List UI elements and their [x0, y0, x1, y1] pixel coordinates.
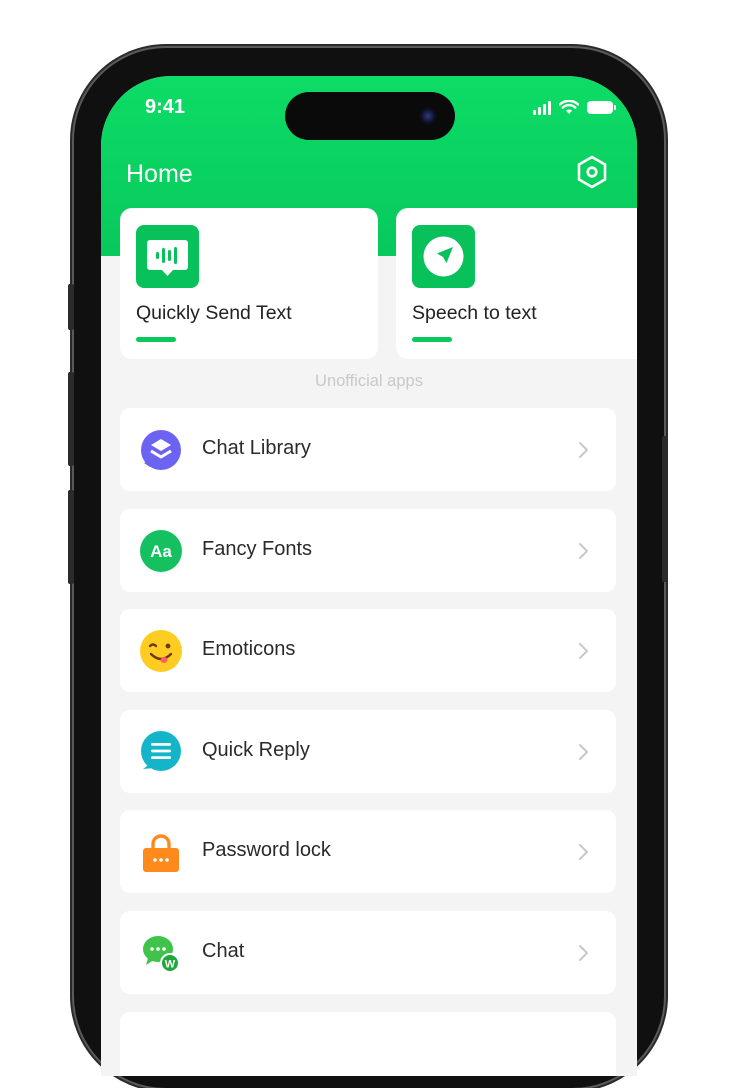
chevron-right-icon [579, 744, 588, 760]
section-label: Unofficial apps [315, 372, 423, 390]
card-label: Quickly Send Text [136, 302, 292, 324]
chevron-right-icon [579, 543, 588, 559]
settings-button[interactable] [574, 154, 610, 190]
list-item-label: Chat Library [202, 437, 311, 459]
app-screen: 9:41 Home Quickly Send Text Speech to te… [101, 76, 637, 1076]
list-item-label: Quick Reply [202, 739, 310, 761]
status-time: 9:41 [145, 96, 186, 118]
card-accent-bar [136, 337, 176, 342]
wechat-icon: W [143, 936, 180, 973]
chevron-right-icon [579, 442, 588, 458]
card-accent-bar [412, 337, 452, 342]
list-item-emoticons[interactable]: Emoticons [120, 609, 616, 692]
svg-text:W: W [165, 959, 176, 971]
list-item-partial[interactable] [120, 1012, 616, 1076]
list-item-label: Emoticons [202, 638, 296, 660]
battery-icon [587, 101, 616, 114]
speech-to-text-card[interactable]: Speech to text [396, 208, 637, 359]
chat-bubble-bars-icon [136, 225, 199, 288]
chevron-right-icon [579, 945, 588, 961]
list-item-fancy-fonts[interactable]: Aa Fancy Fonts [120, 509, 616, 592]
cellular-signal-icon [533, 100, 551, 115]
camera-icon [419, 107, 437, 125]
chevron-right-icon [579, 844, 588, 860]
reply-list-icon [141, 731, 181, 771]
status-icons [533, 100, 616, 115]
chevron-right-icon [579, 643, 588, 659]
settings-hexagon-icon [577, 155, 607, 189]
send-arrow-icon [412, 225, 475, 288]
power-button [662, 436, 668, 582]
list-item-label: Password lock [202, 839, 331, 861]
wifi-icon [559, 100, 579, 114]
card-label: Speech to text [412, 302, 537, 324]
quick-send-text-card[interactable]: Quickly Send Text [120, 208, 378, 359]
dynamic-island [285, 92, 455, 140]
list-item-quick-reply[interactable]: Quick Reply [120, 710, 616, 793]
lock-icon [143, 834, 179, 872]
emoji-icon [140, 630, 182, 672]
font-aa-icon: Aa [140, 530, 182, 572]
action-button [68, 284, 74, 330]
list-item-password-lock[interactable]: Password lock [120, 810, 616, 893]
list-item-chat[interactable]: W Chat [120, 911, 616, 994]
volume-up-button [68, 372, 74, 466]
page-title: Home [126, 160, 193, 188]
list-item-label: Fancy Fonts [202, 538, 313, 560]
list-item-chat-library[interactable]: Chat Library [120, 408, 616, 491]
svg-text:Aa: Aa [150, 542, 172, 561]
volume-down-button [68, 490, 74, 584]
layers-chat-icon [141, 430, 181, 470]
list-item-label: Chat [202, 940, 245, 962]
